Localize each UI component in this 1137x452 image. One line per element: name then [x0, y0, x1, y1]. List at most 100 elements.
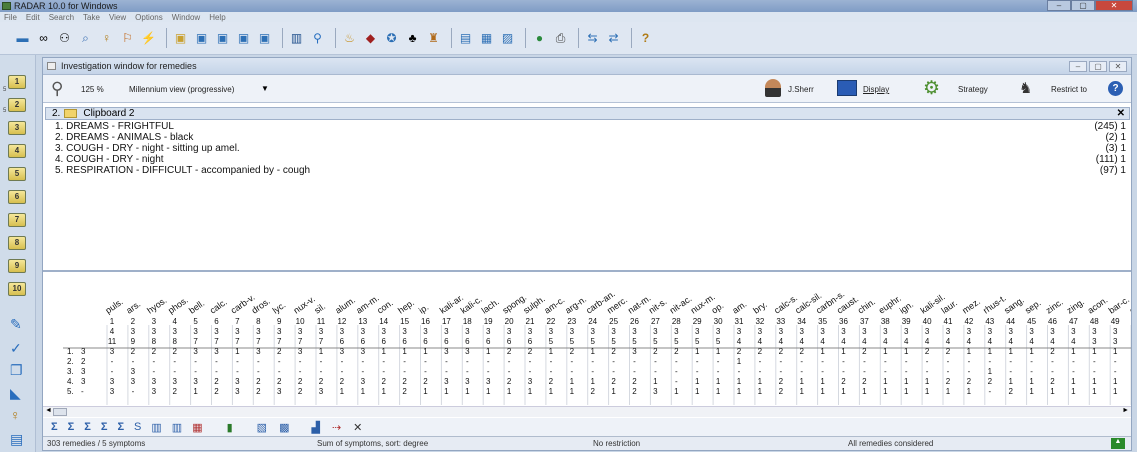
bar-icon[interactable]: ▮ [227, 421, 233, 434]
pencil-icon[interactable]: ✎ [10, 316, 22, 333]
clipboard-1-icon[interactable]: ▣ [172, 30, 189, 47]
menu-file[interactable]: File [4, 13, 17, 22]
remedy-name[interactable]: am. [730, 299, 748, 316]
clipboard-tab-9[interactable]: 9 [8, 259, 26, 273]
remedy-name[interactable]: puls. [103, 297, 124, 316]
clipboard-tab-5[interactable]: 5 [8, 167, 26, 181]
sigma-icon[interactable]: Σ [51, 421, 58, 433]
zoom-level[interactable]: 125 % [81, 85, 104, 94]
help-circle-icon[interactable]: ? [1108, 81, 1123, 96]
menu-window[interactable]: Window [172, 13, 200, 22]
horizontal-scrollbar[interactable]: ◄ ► [43, 406, 1131, 417]
rubric-text[interactable]: 3. COUGH - DRY - night - sitting up amel… [55, 143, 240, 154]
clipboard-tab-1[interactable]: 1 [8, 75, 26, 89]
clipboard-header[interactable]: 2. Clipboard 2 ✕ [45, 107, 1130, 120]
scroll-left-icon[interactable]: ◄ [45, 407, 52, 414]
menu-take[interactable]: Take [83, 13, 100, 22]
scroll-right-icon[interactable]: ► [1122, 407, 1129, 414]
clipboard-tab-10[interactable]: 10 [8, 282, 26, 296]
rubric-text[interactable]: 2. DREAMS - ANIMALS - black [55, 132, 193, 143]
window-icon[interactable]: ▨ [499, 30, 516, 47]
remedy-name[interactable]: alum. [333, 295, 357, 316]
clipboard-tab-7[interactable]: 7 [8, 213, 26, 227]
inv-close-button[interactable]: ✕ [1109, 61, 1127, 72]
remedy-name[interactable]: euphr. [877, 293, 903, 316]
compare-icon[interactable]: ▧ [257, 421, 267, 434]
menu-options[interactable]: Options [135, 13, 163, 22]
close-button[interactable]: ✕ [1095, 0, 1133, 11]
printer-icon[interactable]: ⎙ [552, 30, 569, 47]
display-icon[interactable] [837, 80, 857, 96]
rubric-text[interactable]: 1. DREAMS - FRIGHTFUL [55, 121, 174, 132]
row-number[interactable]: 4. [67, 377, 74, 386]
close-x-icon[interactable]: ✕ [353, 421, 362, 434]
globe-icon[interactable]: ● [531, 30, 548, 47]
clipboard-3-icon[interactable]: ▣ [214, 30, 231, 47]
remedy-name[interactable]: lyc. [271, 300, 288, 316]
remedy-name[interactable]: calc. [208, 297, 229, 316]
menu-help[interactable]: Help [209, 13, 225, 22]
menu-search[interactable]: Search [49, 13, 74, 22]
rubric-text[interactable]: 4. COUGH - DRY - night [55, 154, 164, 165]
remedy-name[interactable]: sep. [1023, 298, 1043, 316]
remedy-name[interactable]: arg-n. [563, 294, 588, 316]
restrict-icon[interactable]: ♞ [1019, 79, 1032, 97]
minimize-button[interactable]: – [1047, 0, 1071, 11]
strategy-gear-icon[interactable]: ⚙ [923, 77, 940, 100]
remedy-name[interactable]: hyos. [145, 295, 168, 316]
binoculars-icon[interactable]: ∞ [35, 30, 52, 47]
remedy-name[interactable]: am-m. [354, 293, 381, 316]
remedy-name[interactable]: chin. [856, 297, 877, 316]
remedy-name[interactable]: zinc. [1044, 297, 1065, 316]
chevron-down-icon[interactable]: ▼ [261, 84, 269, 93]
remedy-name[interactable]: phos. [166, 295, 190, 316]
remedy-name[interactable]: lach. [480, 297, 501, 316]
wand-icon[interactable]: ⚡ [140, 30, 157, 47]
remedy-name[interactable]: bry. [751, 299, 768, 315]
restrict-button[interactable]: Restrict to [1051, 85, 1087, 94]
row-number[interactable]: 2. [67, 357, 74, 366]
checkmark-icon[interactable]: ✓ [10, 340, 22, 357]
ring-icon[interactable]: ✪ [383, 30, 400, 47]
chart-icon[interactable]: ◣ [10, 385, 21, 402]
double-arrow-icon[interactable]: ⇆ [584, 30, 601, 47]
row-number[interactable]: 5. [67, 387, 74, 396]
remedy-name[interactable]: nat-m. [626, 293, 653, 316]
chart-1-icon[interactable]: ▥ [151, 421, 161, 434]
row-number[interactable]: 3. [67, 367, 74, 376]
book-icon[interactable]: ▦ [478, 30, 495, 47]
tools-icon[interactable]: ♣ [404, 30, 421, 47]
inv-maximize-button[interactable]: ▢ [1089, 61, 1107, 72]
remedy-name[interactable]: acon. [1086, 295, 1110, 316]
remedy-name[interactable]: hep. [396, 297, 416, 315]
bottle-icon[interactable]: ♜ [425, 30, 442, 47]
bar-chart-icon[interactable]: ▥ [288, 30, 305, 47]
remedy-name[interactable]: mez. [960, 296, 982, 315]
remedy-name[interactable]: calc-s. [772, 293, 799, 316]
display-button[interactable]: Display [863, 85, 889, 94]
table-icon[interactable]: ▦ [192, 421, 202, 434]
remedy-name[interactable]: nit-ac. [668, 293, 694, 315]
notes-icon[interactable]: ▤ [457, 30, 474, 47]
remedy-name[interactable]: rhus-t. [981, 293, 1008, 316]
clipboard-tab-4[interactable]: 4 [8, 144, 26, 158]
scroll-thumb[interactable] [53, 408, 67, 416]
magnifier-icon[interactable]: ⌕ [77, 30, 94, 47]
sum-icon[interactable]: S [134, 421, 141, 433]
lens-icon[interactable]: ♀ [10, 407, 21, 423]
export-icon[interactable]: ⇢ [332, 421, 341, 434]
remedy-name[interactable]: ip. [417, 302, 431, 316]
clipboard-tab-6[interactable]: 6 [8, 190, 26, 204]
double-arrow-2-icon[interactable]: ⇄ [605, 30, 622, 47]
menu-edit[interactable]: Edit [26, 13, 40, 22]
notes-icon[interactable]: ▤ [10, 431, 23, 448]
sigma-small-icon[interactable]: Σ [117, 421, 124, 433]
remedy-name[interactable]: am-c. [542, 295, 566, 316]
sigma-degree-icon[interactable]: Σ [84, 421, 91, 433]
remedy-name[interactable]: zing. [1065, 297, 1086, 316]
scroll-icon[interactable]: ❐ [10, 362, 23, 379]
view-mode-select[interactable]: Millennium view (progressive) [129, 85, 234, 94]
zoom-magnifier-icon[interactable]: ⚲ [51, 79, 63, 99]
remedy-name[interactable]: nux-v. [292, 294, 317, 316]
row-number[interactable]: 1. [67, 347, 74, 356]
